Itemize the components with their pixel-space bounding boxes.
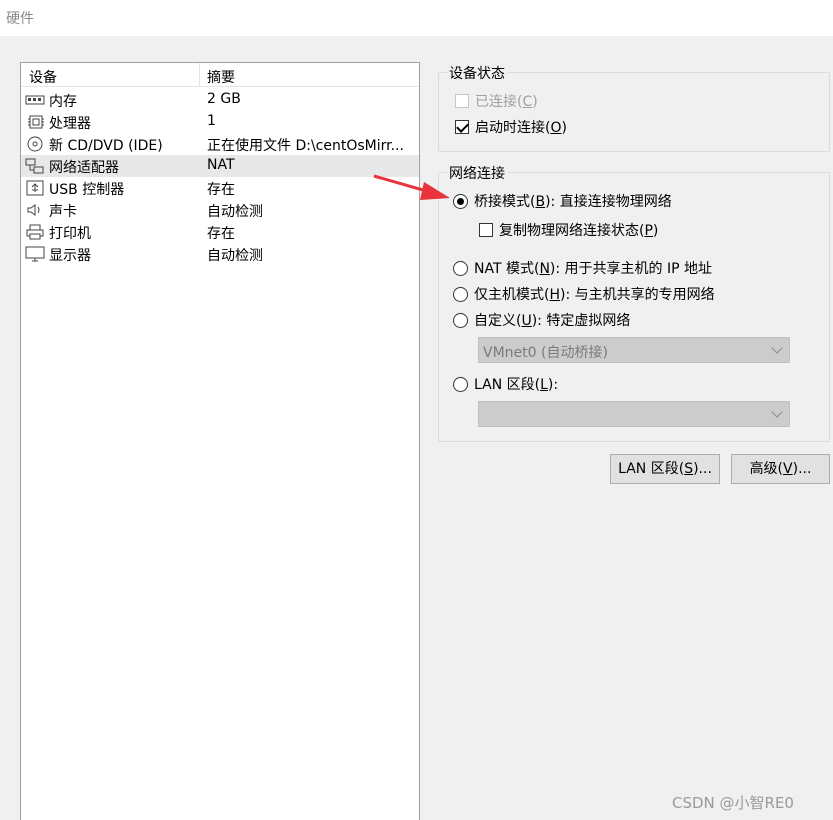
radio-button[interactable] [453, 376, 468, 392]
checkbox-box[interactable] [479, 223, 493, 237]
chevron-down-icon [771, 406, 783, 418]
processor-icon [28, 115, 44, 129]
advanced-button[interactable]: 高级(V)... [731, 454, 830, 484]
device-row-network-adapter[interactable]: 网络适配器 NAT [21, 155, 419, 177]
device-name: 显示器 [49, 248, 91, 264]
lan-segment-radio[interactable]: LAN 区段(L): [453, 374, 558, 394]
custom-network-value: VMnet0 (自动桥接) [483, 345, 608, 361]
device-row-usb[interactable]: USB 控制器 存在 [21, 177, 419, 199]
checkbox-box[interactable] [455, 120, 469, 134]
device-row-processor[interactable]: 处理器 1 [21, 111, 419, 133]
chevron-down-icon [771, 342, 783, 354]
window-title: 硬件 [6, 11, 34, 27]
list-header: 设备 摘要 [21, 63, 419, 87]
network-adapter-icon [25, 158, 44, 174]
column-header-summary[interactable]: 摘要 [207, 67, 235, 87]
connect-at-power-on-checkbox[interactable]: 启动时连接(O) [455, 117, 567, 137]
connect-at-power-on-label: 启动时连接(O) [475, 120, 567, 136]
nat-mode-label: NAT 模式(N): 用于共享主机的 IP 地址 [474, 261, 713, 277]
device-name: 内存 [49, 94, 77, 110]
bridged-mode-label: 桥接模式(B): 直接连接物理网络 [474, 194, 672, 210]
network-connection-title: 网络连接 [447, 163, 507, 183]
connected-label: 已连接(C) [475, 94, 538, 110]
bridged-mode-radio[interactable]: 桥接模式(B): 直接连接物理网络 [453, 191, 672, 211]
nat-mode-radio[interactable]: NAT 模式(N): 用于共享主机的 IP 地址 [453, 258, 712, 278]
network-connection-group: 网络连接 桥接模式(B): 直接连接物理网络 复制物理网络连接状态(P) NAT… [438, 163, 830, 442]
device-summary: 2 GB [207, 91, 241, 107]
lan-segments-button[interactable]: LAN 区段(S)... [610, 454, 720, 484]
usb-icon [26, 180, 44, 196]
device-row-display[interactable]: 显示器 自动检测 [21, 243, 419, 265]
custom-network-radio[interactable]: 自定义(U): 特定虚拟网络 [453, 310, 630, 330]
replicate-physical-state-label: 复制物理网络连接状态(P) [499, 223, 659, 239]
device-row-sound-card[interactable]: 声卡 自动检测 [21, 199, 419, 221]
device-status-title: 设备状态 [447, 63, 507, 83]
radio-button[interactable] [453, 312, 468, 328]
monitor-icon [25, 246, 45, 262]
checkbox-box[interactable] [455, 94, 469, 108]
device-row-cd-dvd[interactable]: 新 CD/DVD (IDE) 正在使用文件 D:\centOsMirr... [21, 133, 419, 155]
custom-network-label: 自定义(U): 特定虚拟网络 [474, 313, 631, 329]
radio-button[interactable] [453, 260, 468, 276]
device-status-group: 设备状态 已连接(C) 启动时连接(O) [438, 63, 830, 152]
device-name: 打印机 [49, 226, 91, 242]
device-summary: 1 [207, 113, 216, 129]
device-summary: 存在 [207, 226, 235, 242]
radio-button[interactable] [453, 193, 468, 209]
replicate-physical-state-checkbox[interactable]: 复制物理网络连接状态(P) [479, 220, 658, 240]
device-row-printer[interactable]: 打印机 存在 [21, 221, 419, 243]
title-bar: 硬件 [0, 0, 833, 36]
device-name: USB 控制器 [49, 182, 125, 198]
host-only-label: 仅主机模式(H): 与主机共享的专用网络 [474, 287, 715, 303]
device-name: 声卡 [49, 204, 77, 220]
host-only-radio[interactable]: 仅主机模式(H): 与主机共享的专用网络 [453, 284, 715, 304]
lan-segment-select[interactable] [478, 401, 790, 427]
cd-dvd-icon [27, 136, 43, 152]
annotation-arrow-icon [373, 174, 450, 200]
memory-icon [25, 95, 45, 105]
device-name: 处理器 [49, 116, 91, 132]
printer-icon [26, 224, 44, 240]
speaker-icon [27, 204, 40, 216]
lan-segment-label: LAN 区段(L): [474, 377, 559, 393]
connected-checkbox[interactable]: 已连接(C) [455, 91, 538, 111]
custom-network-select[interactable]: VMnet0 (自动桥接) [478, 337, 790, 363]
device-summary: 自动检测 [207, 204, 263, 220]
device-list[interactable]: 设备 摘要 内存 2 GB 处理器 1 新 CD/DVD (IDE) 正在使用文… [20, 62, 420, 820]
device-row-memory[interactable]: 内存 2 GB [21, 89, 419, 111]
device-summary: 自动检测 [207, 248, 263, 264]
device-summary: 正在使用文件 D:\centOsMirr... [207, 138, 404, 154]
radio-button[interactable] [453, 286, 468, 302]
device-name: 网络适配器 [49, 160, 119, 176]
watermark: CSDN @小智RE0 [672, 794, 794, 812]
device-name: 新 CD/DVD (IDE) [49, 138, 163, 154]
column-header-device[interactable]: 设备 [29, 67, 57, 87]
